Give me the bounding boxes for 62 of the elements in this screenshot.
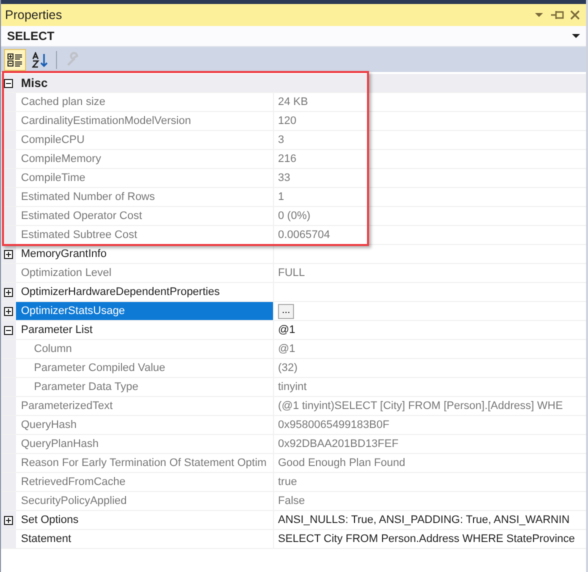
property-name[interactable]: QueryHash bbox=[16, 416, 274, 434]
property-name[interactable]: OptimizerHardwareDependentProperties bbox=[16, 283, 274, 301]
property-value: ANSI_NULLS: True, ANSI_PADDING: True, ANSI_WARNIN bbox=[278, 514, 570, 526]
property-value: 120 bbox=[278, 115, 296, 127]
property-value: False bbox=[278, 495, 305, 507]
property-value: 0 (0%) bbox=[278, 210, 310, 222]
property-name[interactable]: Estimated Operator Cost bbox=[16, 207, 274, 225]
property-value: @1 bbox=[278, 343, 296, 355]
property-value: 0x9580065499183B0F bbox=[278, 419, 390, 431]
property-name[interactable]: Cached plan size bbox=[16, 93, 274, 111]
property-name[interactable]: RetrievedFromCache bbox=[16, 473, 274, 491]
wrench-icon bbox=[65, 52, 81, 68]
property-value: (@1 tinyint)SELECT [City] FROM [Person].[Address] WHE bbox=[278, 400, 563, 412]
property-name[interactable]: CompileCPU bbox=[16, 131, 274, 149]
property-name[interactable]: Reason For Early Termination Of Statement Optim bbox=[16, 454, 274, 472]
sort-az-icon bbox=[32, 52, 48, 68]
property-name[interactable]: Set Options bbox=[16, 511, 274, 529]
property-value: true bbox=[278, 476, 297, 488]
property-name[interactable]: Column bbox=[16, 340, 274, 358]
expand-icon[interactable] bbox=[4, 516, 13, 524]
property-name[interactable]: Parameter Compiled Value bbox=[16, 359, 274, 377]
collapse-icon[interactable] bbox=[4, 326, 13, 334]
categorized-button[interactable] bbox=[4, 48, 26, 70]
property-name[interactable]: Parameter List bbox=[16, 321, 274, 339]
property-value: Good Enough Plan Found bbox=[278, 457, 406, 469]
property-value: tinyint bbox=[278, 381, 307, 393]
close-icon[interactable] bbox=[570, 10, 580, 20]
property-value: 216 bbox=[278, 153, 296, 165]
property-name[interactable]: CompileMemory bbox=[16, 150, 274, 168]
property-value: 0.0065704 bbox=[278, 229, 330, 241]
property-name[interactable]: Optimization Level bbox=[16, 264, 274, 282]
property-value: FULL bbox=[278, 267, 305, 279]
property-name[interactable]: Statement bbox=[16, 530, 274, 548]
expand-icon[interactable] bbox=[4, 306, 13, 316]
property-value: (32) bbox=[278, 362, 298, 374]
dropdown-icon[interactable] bbox=[572, 34, 580, 38]
ellipsis-button[interactable]: ... bbox=[278, 304, 294, 318]
property-value: 0x92DBAA201BD13FEF bbox=[278, 438, 398, 450]
property-name[interactable]: ParameterizedText bbox=[16, 397, 274, 415]
property-name[interactable]: Estimated Number of Rows bbox=[16, 188, 274, 206]
property-name[interactable]: CompileTime bbox=[16, 169, 274, 187]
property-value: 3 bbox=[278, 134, 284, 146]
property-value: @1 bbox=[278, 324, 296, 336]
property-value: 1 bbox=[278, 191, 284, 203]
expand-icon[interactable] bbox=[4, 288, 13, 296]
object-selector[interactable]: SELECT bbox=[1, 26, 586, 47]
pin-icon[interactable] bbox=[550, 10, 564, 20]
property-name[interactable]: SecurityPolicyApplied bbox=[16, 492, 274, 510]
property-name[interactable]: CardinalityEstimationModelVersion bbox=[16, 112, 274, 130]
property-value: 24 KB bbox=[278, 96, 308, 108]
panel-title: Properties bbox=[5, 8, 62, 22]
property-value: SELECT City FROM Person.Address WHERE StateProvince bbox=[278, 533, 575, 545]
property-name[interactable]: MemoryGrantInfo bbox=[16, 245, 274, 263]
property-name[interactable]: QueryPlanHash bbox=[16, 435, 274, 453]
expand-icon[interactable] bbox=[4, 250, 13, 258]
category-header[interactable]: Misc bbox=[16, 74, 48, 92]
property-name[interactable]: Estimated Subtree Cost bbox=[16, 226, 274, 244]
categorized-icon bbox=[7, 52, 23, 68]
property-value: 33 bbox=[278, 172, 290, 184]
property-name[interactable]: Parameter Data Type bbox=[16, 378, 274, 396]
collapse-icon[interactable] bbox=[4, 78, 13, 88]
property-name[interactable]: OptimizerStatsUsage bbox=[16, 302, 274, 320]
